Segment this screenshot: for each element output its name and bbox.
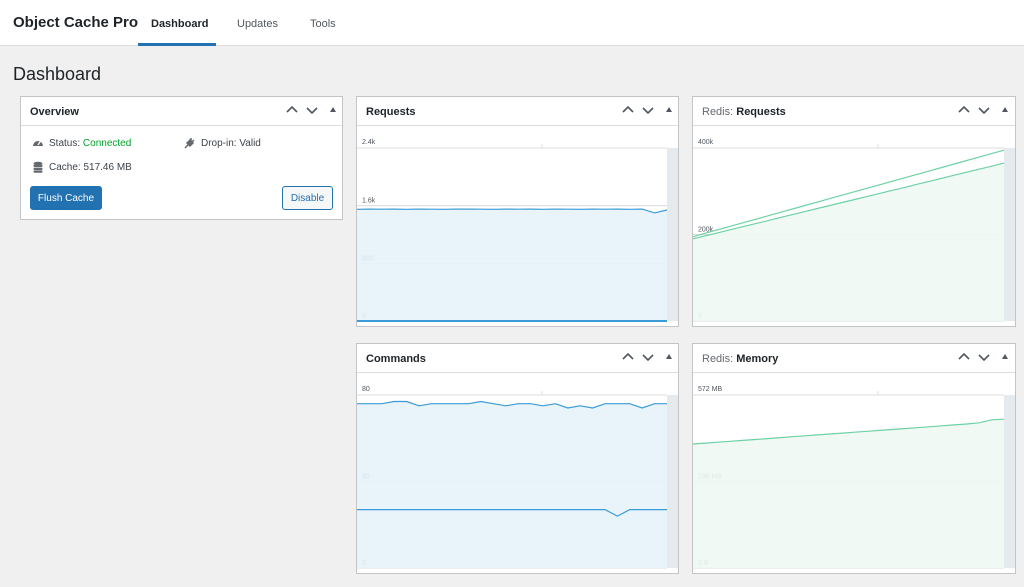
commands-chart-area: 80400 xyxy=(357,373,678,573)
series-area xyxy=(357,209,667,321)
chart-scroll-strip xyxy=(667,148,678,321)
chevron-up-icon[interactable] xyxy=(621,103,635,117)
y-tick-label: 1.6k xyxy=(362,198,376,205)
status-value: Connected xyxy=(82,138,132,149)
y-tick-label: 572 MB xyxy=(698,386,722,393)
chevron-down-icon[interactable] xyxy=(977,350,991,364)
redis-requests-chart: 400k200k0 xyxy=(693,139,1015,322)
triangle-up-icon[interactable] xyxy=(998,103,1012,117)
panel-title: Overview xyxy=(30,106,79,118)
database-icon xyxy=(33,161,43,173)
chart-scroll-strip xyxy=(1004,148,1015,321)
flush-cache-button[interactable]: Flush Cache xyxy=(30,186,102,210)
chevron-down-icon[interactable] xyxy=(641,350,655,364)
redis-memory-chart-area: 572 MB286 MB0 B xyxy=(693,373,1015,573)
series-area xyxy=(693,419,1004,568)
cache-label: Cache: xyxy=(49,162,81,173)
cache-value: 517.46 MB xyxy=(83,162,132,173)
app-title: Object Cache Pro xyxy=(13,14,139,31)
dropin-row: Drop-in: Valid xyxy=(201,138,261,149)
triangle-up-icon[interactable] xyxy=(326,103,340,117)
triangle-up-icon[interactable] xyxy=(662,103,676,117)
panel-title: Redis: Memory xyxy=(702,353,778,365)
chart-scroll-strip xyxy=(667,395,678,568)
panel-title: Redis: Requests xyxy=(702,106,786,118)
chevron-up-icon[interactable] xyxy=(957,350,971,364)
y-tick-label: 400k xyxy=(698,139,714,146)
status-label: Status: xyxy=(49,138,81,149)
tab-updates[interactable]: Updates xyxy=(237,18,278,30)
panel-title-prefix: Redis: xyxy=(702,106,734,118)
overview-panel-header: Overview xyxy=(21,97,342,126)
active-tab-indicator xyxy=(138,43,216,46)
chevron-up-icon[interactable] xyxy=(285,103,299,117)
dashboard-icon xyxy=(33,140,43,146)
requests-panel-header: Requests xyxy=(357,97,678,126)
dropin-label: Drop-in: xyxy=(201,138,237,149)
panel-title-text: Memory xyxy=(736,353,779,365)
requests-chart-area: 2.4k1.6k8000 xyxy=(357,126,678,326)
cache-row: Cache: 517.46 MB xyxy=(49,162,132,173)
dropin-value: Valid xyxy=(239,138,261,149)
y-tick-label: 80 xyxy=(362,386,370,393)
redis-requests-panel: Redis: Requests 400k200k0 xyxy=(692,96,1016,327)
page-title: Dashboard xyxy=(13,64,102,84)
triangle-up-icon[interactable] xyxy=(662,350,676,364)
redis-memory-chart: 572 MB286 MB0 B xyxy=(693,386,1015,569)
redis-requests-chart-area: 400k200k0 xyxy=(693,126,1015,326)
requests-panel: Requests 2.4k1.6k8000 xyxy=(356,96,679,327)
chevron-up-icon[interactable] xyxy=(957,103,971,117)
status-row: Status: Connected xyxy=(49,138,131,149)
chevron-down-icon[interactable] xyxy=(305,103,319,117)
redis-memory-panel: Redis: Memory 572 MB286 MB0 B xyxy=(692,343,1016,574)
redis-requests-panel-header: Redis: Requests xyxy=(693,97,1015,126)
series-area xyxy=(357,401,667,568)
tab-tools[interactable]: Tools xyxy=(310,18,336,30)
commands-panel: Commands 80400 xyxy=(356,343,679,574)
overview-panel: Overview Status: Connected Drop-in: Vali… xyxy=(20,96,343,220)
requests-chart: 2.4k1.6k8000 xyxy=(357,139,678,322)
y-tick-label: 200k xyxy=(698,227,714,234)
commands-panel-header: Commands xyxy=(357,344,678,373)
disable-button[interactable]: Disable xyxy=(282,186,333,210)
redis-memory-panel-header: Redis: Memory xyxy=(693,344,1015,373)
chart-scroll-strip xyxy=(1004,395,1015,568)
panel-title: Commands xyxy=(366,353,426,365)
y-tick-label: 2.4k xyxy=(362,139,376,146)
tab-dashboard[interactable]: Dashboard xyxy=(151,18,208,30)
top-bar: Object Cache Pro Dashboard Updates Tools xyxy=(0,0,1024,46)
triangle-up-icon[interactable] xyxy=(998,350,1012,364)
chevron-down-icon[interactable] xyxy=(641,103,655,117)
panel-title: Requests xyxy=(366,106,416,118)
commands-chart: 80400 xyxy=(357,386,678,569)
panel-title-prefix: Redis: xyxy=(702,353,734,365)
chevron-up-icon[interactable] xyxy=(621,350,635,364)
plug-icon xyxy=(184,138,195,149)
panel-title-text: Requests xyxy=(736,106,786,118)
chevron-down-icon[interactable] xyxy=(977,103,991,117)
